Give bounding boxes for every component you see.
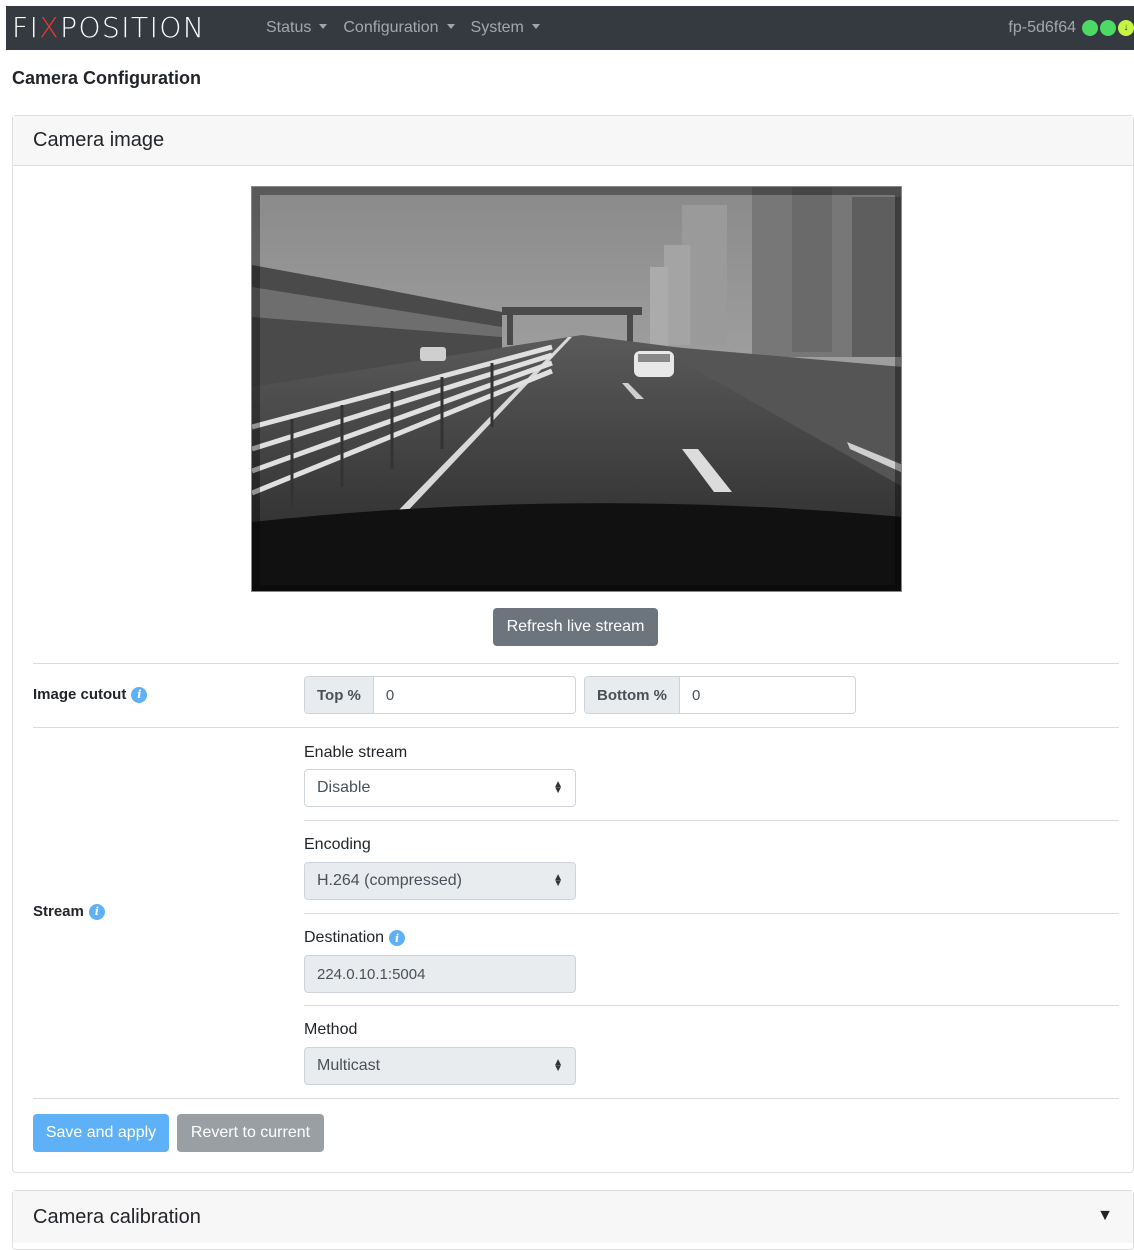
nav-status[interactable]: Status	[266, 19, 328, 37]
camera-image-card: Camera image Refresh live stream Image c…	[12, 115, 1134, 1173]
brand-logo[interactable]: FIXPOSITION	[12, 12, 205, 44]
chevron-down-icon	[319, 24, 328, 29]
cutout-bottom-group: Bottom % 0	[584, 676, 856, 714]
destination-label-text: Destination	[304, 929, 385, 946]
info-icon[interactable]: i	[88, 903, 105, 920]
divider	[304, 913, 1119, 914]
nav-configuration-label: Configuration	[343, 19, 439, 36]
enable-stream-select[interactable]: Disable ▲ ▼	[304, 769, 576, 807]
brand-part2: POSITION	[60, 11, 206, 44]
camera-calibration-card[interactable]: Camera calibration ▼	[12, 1190, 1134, 1250]
destination-label: Destination i	[304, 929, 406, 947]
navbar: FIXPOSITION Status Configuration System …	[6, 6, 1134, 50]
divider	[304, 1005, 1119, 1006]
cutout-top-label: Top %	[305, 677, 374, 713]
enable-stream-value: Disable	[317, 779, 371, 796]
nav-configuration[interactable]: Configuration	[343, 19, 455, 37]
enable-stream-label: Enable stream	[304, 744, 408, 761]
main-nav: Status Configuration System	[266, 6, 556, 50]
encoding-label: Encoding	[304, 836, 371, 853]
revert-to-current-button[interactable]: Revert to current	[177, 1114, 324, 1152]
cutout-top-group: Top % 0	[304, 676, 576, 714]
refresh-live-stream-button[interactable]: Refresh live stream	[493, 608, 658, 646]
camera-live-image	[251, 186, 902, 592]
status-indicator-green-icon	[1082, 20, 1098, 36]
nav-system-label: System	[470, 19, 524, 36]
select-arrows-icon: ▲ ▼	[553, 1057, 563, 1074]
save-and-apply-button[interactable]: Save and apply	[33, 1114, 169, 1152]
image-cutout-label-text: Image cutout	[33, 686, 127, 703]
method-select[interactable]: Multicast ▲ ▼	[304, 1047, 576, 1085]
camera-image-header: Camera image	[13, 116, 1133, 166]
image-cutout-label: Image cutout i	[33, 686, 148, 703]
nav-status-area: fp-5d6f64 ↓	[1008, 6, 1134, 50]
encoding-value: H.264 (compressed)	[317, 872, 462, 889]
cutout-bottom-input[interactable]: 0	[680, 677, 855, 713]
info-icon[interactable]: i	[389, 930, 406, 946]
nav-status-label: Status	[266, 19, 312, 36]
stream-label-text: Stream	[33, 903, 84, 920]
divider	[33, 1098, 1119, 1099]
chevron-down-icon	[531, 24, 540, 29]
method-label: Method	[304, 1021, 358, 1038]
status-indicator-green-icon	[1100, 20, 1116, 36]
brand-x: X	[39, 11, 61, 44]
divider	[33, 727, 1119, 728]
brand-part1: FI	[12, 11, 40, 44]
page-title: Camera Configuration	[12, 68, 202, 88]
select-arrows-icon: ▲ ▼	[553, 779, 563, 796]
destination-input[interactable]: 224.0.10.1:5004	[304, 955, 576, 993]
nav-system[interactable]: System	[471, 19, 540, 37]
method-value: Multicast	[317, 1057, 381, 1074]
encoding-select[interactable]: H.264 (compressed) ▲ ▼	[304, 862, 576, 900]
cutout-top-input[interactable]: 0	[373, 677, 575, 713]
divider	[33, 663, 1119, 664]
camera-calibration-header[interactable]: Camera calibration	[13, 1191, 1133, 1243]
cutout-bottom-label: Bottom %	[585, 677, 680, 713]
select-arrows-icon: ▲ ▼	[553, 872, 563, 889]
expand-arrow-icon[interactable]: ▼	[1097, 1207, 1113, 1225]
chevron-down-icon	[446, 24, 455, 29]
info-icon[interactable]: i	[131, 686, 148, 703]
status-indicator-download-icon: ↓	[1118, 20, 1134, 36]
stream-label: Stream i	[33, 903, 105, 920]
divider	[304, 820, 1119, 821]
hostname: fp-5d6f64	[1008, 19, 1076, 36]
